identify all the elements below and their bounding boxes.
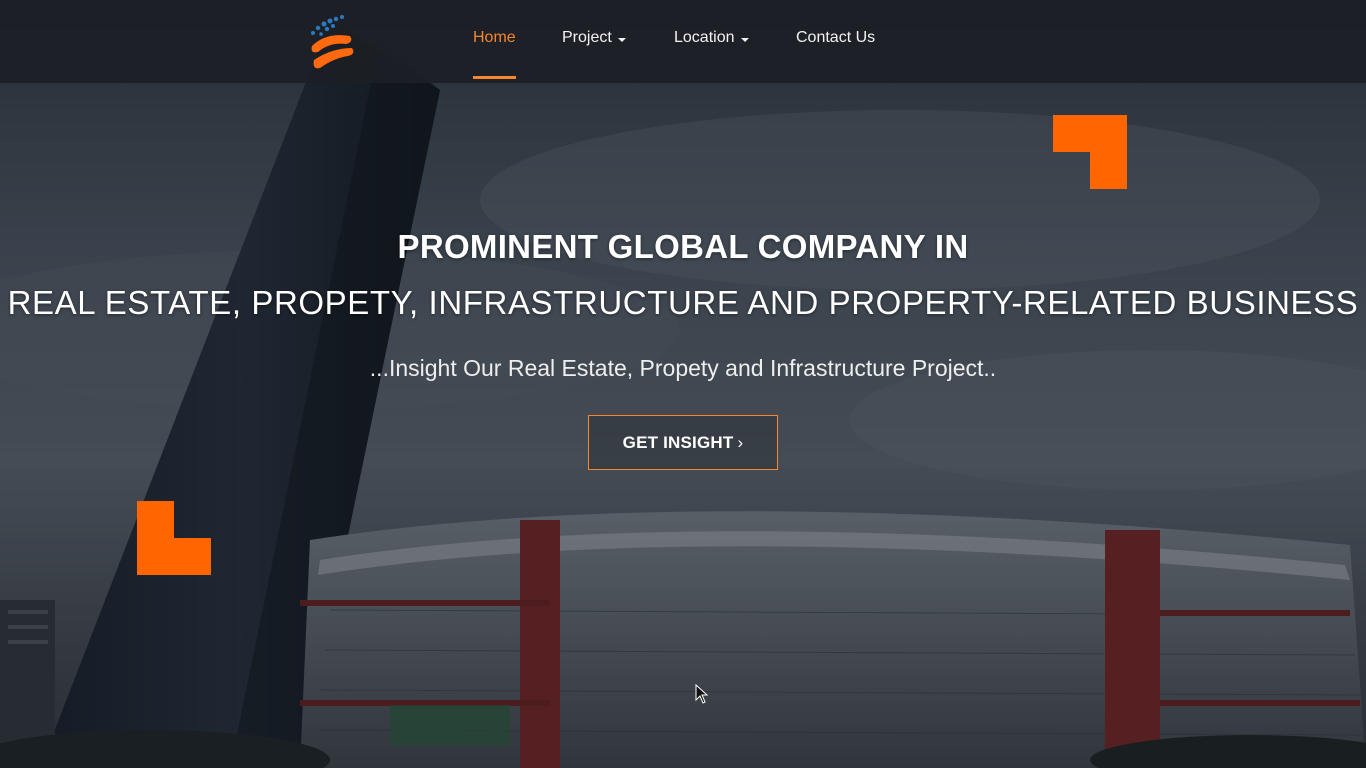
hero-tagline: ...Insight Our Real Estate, Propety and … [369,355,997,381]
top-navbar: Home Project Location Contact Us [0,0,1366,83]
nav-contact-us[interactable]: Contact Us [796,0,875,83]
nav-project-label: Project [562,29,612,46]
chevron-right-icon: › [737,432,744,452]
logo-mark-icon [311,15,354,69]
caret-down-icon [740,38,749,42]
nav-project-dropdown[interactable]: Project [562,0,626,83]
caret-down-icon [617,38,626,42]
get-insight-label: GET INSIGHT [622,432,734,452]
nav-home[interactable]: Home [473,0,516,83]
mouse-cursor-icon [695,684,709,704]
nav-home-label: Home [473,29,516,46]
company-logo[interactable] [306,12,358,72]
nav-contact-label: Contact Us [796,29,876,46]
hero-content: PROMINENT GLOBAL COMPANY IN REAL ESTATE,… [0,0,1366,768]
get-insight-button[interactable]: GET INSIGHT › [588,415,778,470]
hero-headline-primary: PROMINENT GLOBAL COMPANY IN [397,228,969,265]
nav-location-label: Location [674,29,735,46]
hero-headline-secondary: REAL ESTATE, PROPETY, INFRASTRUCTURE AND… [7,284,1359,321]
nav-location-dropdown[interactable]: Location [674,0,749,83]
